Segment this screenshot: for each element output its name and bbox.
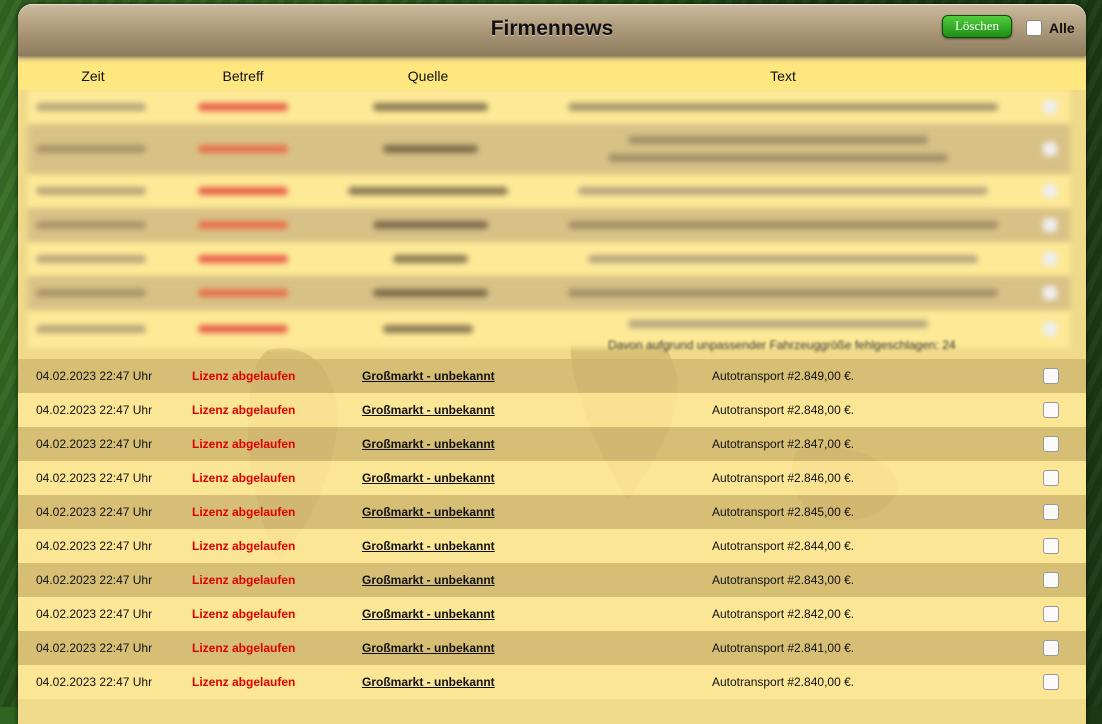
- partially-visible-text: Davon aufgrund unpassender Fahrzeuggröße…: [608, 338, 956, 352]
- text-cell: Autotransport #2.842,00 €.: [712, 607, 855, 621]
- time-cell: 04.02.2023 22:47 Uhr: [36, 573, 153, 587]
- source-link[interactable]: Großmarkt - unbekannt: [362, 539, 495, 553]
- time-cell: 04.02.2023 22:47 Uhr: [36, 505, 153, 519]
- text-cell: Autotransport #2.849,00 €.: [712, 369, 855, 383]
- table-row: 04.02.2023 22:47 Uhr Lizenz abgelaufen G…: [18, 359, 1086, 393]
- blurred-rows: [28, 90, 1070, 348]
- source-link[interactable]: Großmarkt - unbekannt: [362, 607, 495, 621]
- time-cell: 04.02.2023 22:47 Uhr: [36, 471, 153, 485]
- source-link[interactable]: Großmarkt - unbekannt: [362, 641, 495, 655]
- table-row: 04.02.2023 22:47 Uhr Lizenz abgelaufen G…: [18, 665, 1086, 699]
- subject-cell: Lizenz abgelaufen: [192, 539, 296, 553]
- text-cell: Autotransport #2.847,00 €.: [712, 437, 855, 451]
- table-row: 04.02.2023 22:47 Uhr Lizenz abgelaufen G…: [18, 529, 1086, 563]
- time-cell: 04.02.2023 22:47 Uhr: [36, 539, 153, 553]
- text-cell: Autotransport #2.843,00 €.: [712, 573, 855, 587]
- table-row: 04.02.2023 22:47 Uhr Lizenz abgelaufen G…: [18, 495, 1086, 529]
- table-row: 04.02.2023 22:47 Uhr Lizenz abgelaufen G…: [18, 461, 1086, 495]
- subject-cell: Lizenz abgelaufen: [192, 403, 296, 417]
- subject-cell: Lizenz abgelaufen: [192, 505, 296, 519]
- page-title: Firmennews: [490, 17, 614, 40]
- row-checkbox[interactable]: [1043, 402, 1059, 418]
- table-row: 04.02.2023 22:47 Uhr Lizenz abgelaufen G…: [18, 393, 1086, 427]
- company-news-panel: Firmennews Löschen Alle Zeit Betreff Que…: [18, 4, 1086, 724]
- table-row: 04.02.2023 22:47 Uhr Lizenz abgelaufen G…: [18, 563, 1086, 597]
- text-cell: Autotransport #2.845,00 €.: [712, 505, 855, 519]
- time-cell: 04.02.2023 22:47 Uhr: [36, 607, 153, 621]
- time-cell: 04.02.2023 22:47 Uhr: [36, 369, 153, 383]
- source-link[interactable]: Großmarkt - unbekannt: [362, 675, 495, 689]
- row-checkbox[interactable]: [1043, 504, 1059, 520]
- source-link[interactable]: Großmarkt - unbekannt: [362, 573, 495, 587]
- subject-cell: Lizenz abgelaufen: [192, 607, 296, 621]
- subject-cell: Lizenz abgelaufen: [192, 437, 296, 451]
- select-all-label: Alle: [1049, 20, 1075, 36]
- table-header: Zeit Betreff Quelle Text: [18, 62, 1086, 90]
- select-all-checkbox[interactable]: [1026, 20, 1042, 36]
- time-cell: 04.02.2023 22:47 Uhr: [36, 437, 153, 451]
- row-checkbox[interactable]: [1043, 368, 1059, 384]
- column-header-source: Quelle: [407, 68, 449, 84]
- news-table-body: 04.02.2023 22:47 Uhr Lizenz abgelaufen G…: [18, 359, 1086, 699]
- text-cell: Autotransport #2.844,00 €.: [712, 539, 855, 553]
- source-link[interactable]: Großmarkt - unbekannt: [362, 403, 495, 417]
- subject-cell: Lizenz abgelaufen: [192, 369, 296, 383]
- row-checkbox[interactable]: [1043, 606, 1059, 622]
- source-link[interactable]: Großmarkt - unbekannt: [362, 437, 495, 451]
- text-cell: Autotransport #2.848,00 €.: [712, 403, 855, 417]
- title-bar: Firmennews Löschen Alle: [18, 4, 1086, 56]
- source-link[interactable]: Großmarkt - unbekannt: [362, 471, 495, 485]
- row-checkbox[interactable]: [1043, 470, 1059, 486]
- text-cell: Autotransport #2.841,00 €.: [712, 641, 855, 655]
- time-cell: 04.02.2023 22:47 Uhr: [36, 403, 153, 417]
- row-checkbox[interactable]: [1043, 436, 1059, 452]
- subject-cell: Lizenz abgelaufen: [192, 641, 296, 655]
- column-header-text: Text: [770, 68, 796, 84]
- row-checkbox[interactable]: [1043, 538, 1059, 554]
- text-cell: Autotransport #2.846,00 €.: [712, 471, 855, 485]
- subject-cell: Lizenz abgelaufen: [192, 675, 296, 689]
- time-cell: 04.02.2023 22:47 Uhr: [36, 641, 153, 655]
- source-link[interactable]: Großmarkt - unbekannt: [362, 369, 495, 383]
- table-row: 04.02.2023 22:47 Uhr Lizenz abgelaufen G…: [18, 427, 1086, 461]
- table-row: 04.02.2023 22:47 Uhr Lizenz abgelaufen G…: [18, 631, 1086, 665]
- row-checkbox[interactable]: [1043, 674, 1059, 690]
- time-cell: 04.02.2023 22:47 Uhr: [36, 675, 153, 689]
- column-header-time: Zeit: [81, 68, 105, 84]
- row-checkbox[interactable]: [1043, 640, 1059, 656]
- source-link[interactable]: Großmarkt - unbekannt: [362, 505, 495, 519]
- row-checkbox[interactable]: [1043, 572, 1059, 588]
- subject-cell: Lizenz abgelaufen: [192, 471, 296, 485]
- text-cell: Autotransport #2.840,00 €.: [712, 675, 855, 689]
- column-header-subject: Betreff: [222, 68, 264, 84]
- table-row: 04.02.2023 22:47 Uhr Lizenz abgelaufen G…: [18, 597, 1086, 631]
- delete-button[interactable]: Löschen: [942, 15, 1012, 38]
- subject-cell: Lizenz abgelaufen: [192, 573, 296, 587]
